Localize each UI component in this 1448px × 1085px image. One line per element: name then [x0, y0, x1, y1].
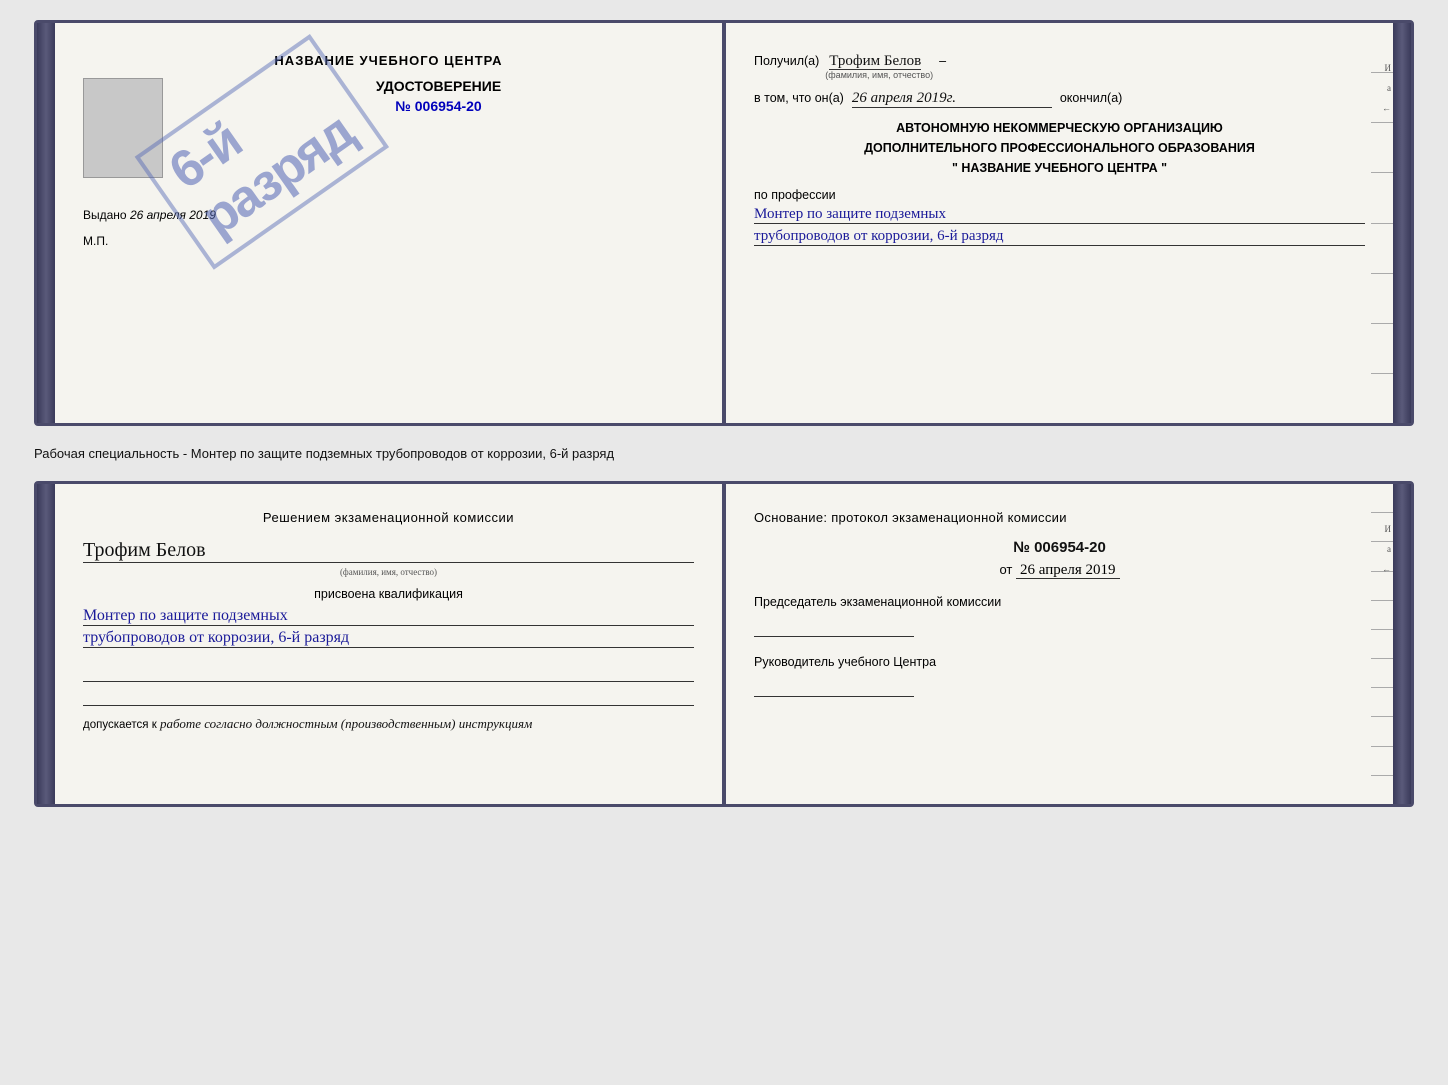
issued-label: Выдано — [83, 208, 127, 222]
cert2-name-subtext: (фамилия, имя, отчество) — [83, 567, 694, 577]
cert2-qual-area: Монтер по защите подземных трубопроводов… — [83, 607, 694, 648]
cert2-predsedatel-label: Председатель экзаменационной комиссии — [754, 595, 1365, 609]
name-subtext: (фамилия, имя, отчество) — [825, 70, 933, 80]
rvl-a: а — [1382, 83, 1391, 93]
po-professii-label: по профессии — [754, 188, 1365, 202]
certificate-2: Решением экзаменационной комиссии Трофим… — [34, 481, 1414, 807]
rukov-sign-line — [754, 677, 914, 697]
profession-line1: Монтер по защите подземных — [754, 206, 1365, 224]
cert2-right-spine — [1393, 484, 1411, 804]
bottom-text-content: Рабочая специальность - Монтер по защите… — [34, 446, 614, 461]
vtom-line: в том, что он(а) 26 апреля 2019г. окончи… — [754, 90, 1365, 108]
bottom-text: Рабочая специальность - Монтер по защите… — [34, 442, 1414, 465]
org-line1: АВТОНОМНУЮ НЕКОММЕРЧЕСКУЮ ОРГАНИЗАЦИЮ — [754, 118, 1365, 138]
issued-date: 26 апреля 2019 — [130, 208, 216, 222]
cert2-name: Трофим Белов — [83, 539, 694, 563]
cert1-number: № 006954-20 — [183, 98, 694, 114]
cert2-osnov: Основание: протокол экзаменационной коми… — [754, 510, 1365, 525]
org-section: АВТОНОМНУЮ НЕКОММЕРЧЕСКУЮ ОРГАНИЗАЦИЮ ДО… — [754, 118, 1365, 178]
dopusk-label: допускается к — [83, 719, 157, 731]
right-vertical-labels: И а ← — [1382, 63, 1391, 113]
bottom-line-2 — [83, 686, 694, 706]
cert2-present: присвоена квалификация — [83, 587, 694, 601]
cert2-qual-line1: Монтер по защите подземных — [83, 607, 694, 626]
bottom-line-1 — [83, 662, 694, 682]
poluchil-label: Получил(а) — [754, 54, 819, 68]
completion-date: 26 апреля 2019г. — [852, 90, 1052, 108]
cert2-bottom-lines — [83, 662, 694, 706]
left-spine — [37, 23, 55, 423]
cert1-title-area: НАЗВАНИЕ УЧЕБНОГО ЦЕНТРА — [83, 53, 694, 68]
cert1-school-title: НАЗВАНИЕ УЧЕБНОГО ЦЕНТРА — [83, 53, 694, 68]
cert2-number: № 006954-20 — [754, 539, 1365, 556]
right-spine — [1393, 23, 1411, 423]
okonchil-label: окончил(а) — [1060, 91, 1122, 105]
cert1-right-content: Получил(а) Трофим Белов (фамилия, имя, о… — [754, 53, 1365, 246]
cert2-right-vertical-labels: И а ← — [1382, 524, 1391, 574]
cert2-left-spine — [37, 484, 55, 804]
photo-placeholder — [83, 78, 163, 178]
cert2-rvl-arrow: ← — [1382, 564, 1391, 574]
dopusk-text: работе согласно должностным (производств… — [160, 716, 532, 731]
org-line3: " НАЗВАНИЕ УЧЕБНОГО ЦЕНТРА " — [754, 158, 1365, 178]
recipient-name: Трофим Белов — [829, 53, 921, 70]
cert1-mp: М.П. — [83, 234, 694, 248]
rvl-arrow: ← — [1382, 103, 1391, 113]
cert2-date-line: от 26 апреля 2019 — [754, 562, 1365, 579]
cert1-issued: Выдано 26 апреля 2019 — [83, 208, 694, 222]
cert2-rukov-label: Руководитель учебного Центра — [754, 655, 1365, 669]
cert2-date-label: от — [999, 562, 1012, 577]
cert2-dopusk: допускается к работе согласно должностны… — [83, 716, 694, 732]
udost-label: УДОСТОВЕРЕНИЕ — [183, 78, 694, 94]
cert1-left-main: УДОСТОВЕРЕНИЕ № 006954-20 — [183, 78, 694, 114]
profession-line2: трубопроводов от коррозии, 6-й разряд — [754, 228, 1365, 246]
cert2-header: Решением экзаменационной комиссии — [83, 510, 694, 525]
cert1-left-page: НАЗВАНИЕ УЧЕБНОГО ЦЕНТРА 6-йразряд УДОСТ… — [55, 23, 726, 423]
certificate-1: НАЗВАНИЕ УЧЕБНОГО ЦЕНТРА 6-йразряд УДОСТ… — [34, 20, 1414, 426]
cert1-center: УДОСТОВЕРЕНИЕ № 006954-20 — [83, 78, 694, 178]
cert2-qual-line2: трубопроводов от коррозии, 6-й разряд — [83, 629, 694, 648]
cert2-name-area: Трофим Белов (фамилия, имя, отчество) — [83, 539, 694, 577]
predsedatel-sign-line — [754, 617, 914, 637]
cert2-left-page: Решением экзаменационной комиссии Трофим… — [55, 484, 726, 804]
rvl-and: И — [1382, 63, 1391, 73]
org-line2: ДОПОЛНИТЕЛЬНОГО ПРОФЕССИОНАЛЬНОГО ОБРАЗО… — [754, 138, 1365, 158]
poluchil-line: Получил(а) Трофим Белов (фамилия, имя, о… — [754, 53, 1365, 80]
cert2-rvl-a: а — [1382, 544, 1391, 554]
dash1: – — [939, 54, 946, 68]
cert1-right-page: Получил(а) Трофим Белов (фамилия, имя, о… — [726, 23, 1393, 423]
cert2-rvl-and: И — [1382, 524, 1391, 534]
cert2-date-value: 26 апреля 2019 — [1016, 562, 1120, 579]
vtom-label: в том, что он(а) — [754, 91, 844, 105]
cert2-right-page: Основание: протокол экзаменационной коми… — [726, 484, 1393, 804]
